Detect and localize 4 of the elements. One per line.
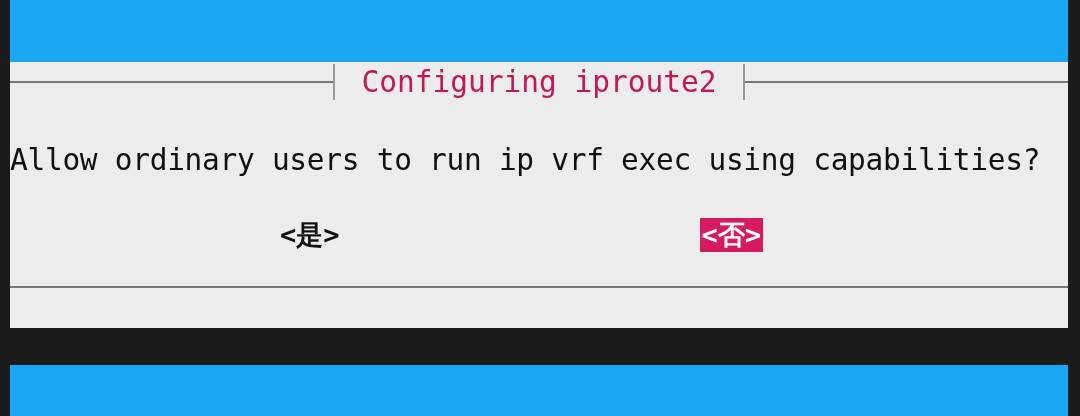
- dialog-question: Allow ordinary users to run ip vrf exec using capabilities?: [10, 142, 1042, 178]
- dialog-title: Configuring iproute2: [333, 64, 745, 100]
- dialog-button[interactable]: <是>: [278, 218, 342, 252]
- dialog-button[interactable]: <否>: [699, 218, 764, 252]
